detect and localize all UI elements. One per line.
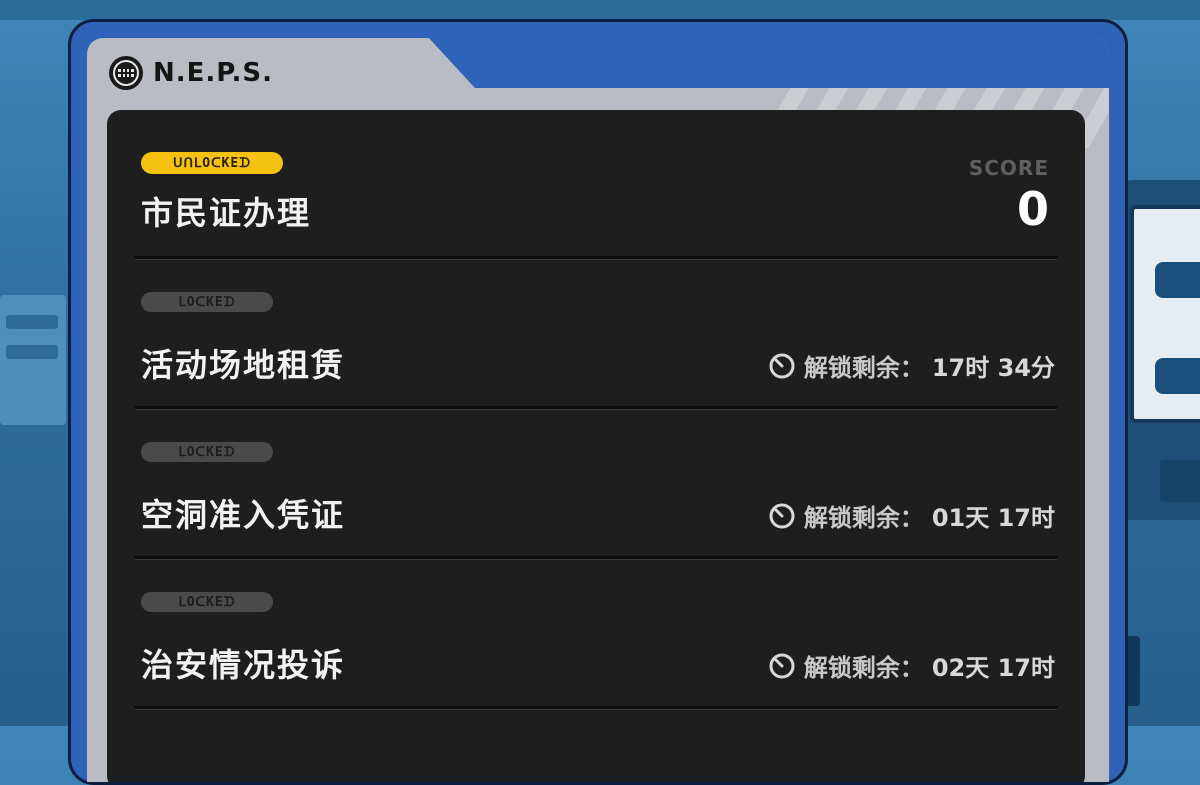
frame-notch (427, 38, 1109, 88)
brand-name: N.E.P.S. (153, 58, 274, 88)
unlock-label: 解锁剩余： (803, 504, 924, 532)
status-tag-locked: ᒪOᑕKEᗪ (141, 292, 273, 312)
status-tag-locked: ᒪOᑕKEᗪ (141, 442, 273, 462)
background-kiosk-slot (1160, 460, 1200, 502)
unlock-label: 解锁剩余： (803, 354, 924, 382)
unlock-timer: 解锁剩余： 17时 34分 (768, 348, 1055, 383)
status-tag-unlocked: ᑌᑎᒪOᑕKEᗪ (141, 152, 283, 174)
score-value: 0 (1016, 182, 1049, 236)
background-kiosk-pill (1155, 262, 1200, 298)
clock-icon (768, 352, 796, 380)
clock-icon (768, 652, 796, 680)
background-left-sign (0, 295, 66, 425)
item-title: 空洞准入凭证 (141, 496, 346, 534)
neps-device-frame: N.E.P.S. ᑌᑎᒪOᑕKEᗪ 市民证办理 SCORE 0 ᒪOᑕKEᗪ 活… (68, 19, 1128, 785)
item-title: 活动场地租赁 (141, 346, 346, 384)
background-kiosk-pill (1155, 358, 1200, 394)
request-list-panel: ᑌᑎᒪOᑕKEᗪ 市民证办理 SCORE 0 ᒪOᑕKEᗪ 活动场地租赁 解锁剩… (107, 110, 1085, 782)
unlock-time: 17时 34分 (931, 354, 1055, 382)
background-top-bar (0, 0, 1200, 20)
status-tag-locked: ᒪOᑕKEᗪ (141, 592, 273, 612)
divider (135, 706, 1057, 710)
list-item-venue-rental[interactable]: ᒪOᑕKEᗪ 活动场地租赁 解锁剩余： 17时 34分 (135, 260, 1057, 410)
neps-logo-icon (109, 56, 143, 90)
list-item-citizen-id[interactable]: ᑌᑎᒪOᑕKEᗪ 市民证办理 SCORE 0 (135, 110, 1057, 260)
clock-icon (768, 502, 796, 530)
score-label: SCORE (968, 156, 1049, 180)
item-title: 市民证办理 (141, 194, 312, 232)
item-title: 治安情况投诉 (141, 646, 346, 684)
unlock-label: 解锁剩余： (803, 654, 924, 682)
unlock-timer: 解锁剩余： 02天 17时 (768, 648, 1055, 683)
device-header-area: N.E.P.S. ᑌᑎᒪOᑕKEᗪ 市民证办理 SCORE 0 ᒪOᑕKEᗪ 活… (87, 38, 1109, 782)
unlock-time: 02天 17时 (931, 654, 1055, 682)
unlock-timer: 解锁剩余： 01天 17时 (768, 498, 1055, 533)
unlock-time: 01天 17时 (931, 504, 1055, 532)
brand: N.E.P.S. (109, 56, 273, 90)
list-item-security-complaint[interactable]: ᒪOᑕKEᗪ 治安情况投诉 解锁剩余： 02天 17时 (135, 560, 1057, 710)
list-item-hollow-pass[interactable]: ᒪOᑕKEᗪ 空洞准入凭证 解锁剩余： 01天 17时 (135, 410, 1057, 560)
